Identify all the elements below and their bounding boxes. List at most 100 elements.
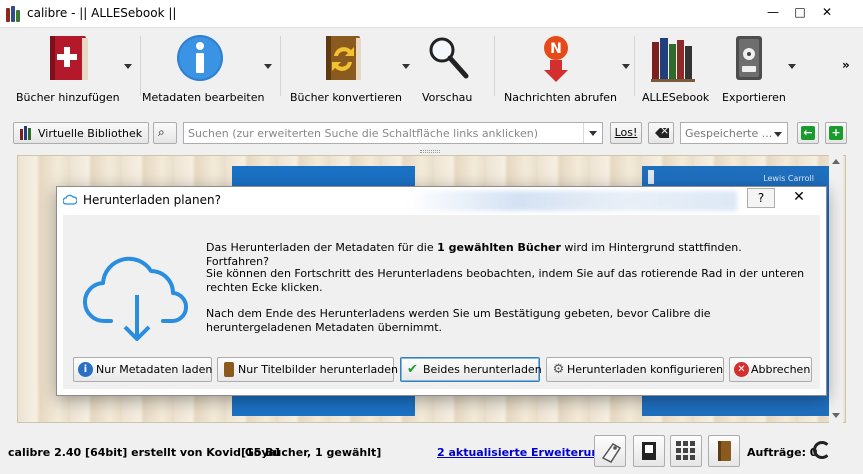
chevron-down-icon[interactable] xyxy=(788,64,796,69)
virtual-library-button[interactable]: Virtuelle Bibliothek xyxy=(13,122,149,144)
binoculars-icon: ⌕ xyxy=(158,125,165,139)
library-icon xyxy=(20,126,34,140)
button-label: Abbrechen xyxy=(751,363,811,376)
cover-browser-button[interactable] xyxy=(708,435,740,467)
jobs-spinner-icon[interactable] xyxy=(813,441,831,459)
button-label: Beides herunterladen xyxy=(423,363,542,376)
splitter-grip[interactable] xyxy=(420,150,440,153)
cover-grid-button[interactable] xyxy=(670,435,702,467)
grid-icon xyxy=(676,441,695,460)
toolbar-add-books[interactable]: Bücher hinzufügen xyxy=(8,32,138,104)
device-icon xyxy=(736,36,762,80)
vertical-scrollbar[interactable] xyxy=(829,155,843,423)
book-icon xyxy=(718,441,731,461)
button-label: Nur Titelbilder herunterladen xyxy=(238,363,398,376)
advanced-search-button[interactable]: ⌕ xyxy=(153,122,177,144)
cancel-icon: ✕ xyxy=(734,362,749,377)
backspace-icon xyxy=(655,128,669,138)
close-window-button[interactable]: ✕ xyxy=(814,2,840,22)
toolbar-preview[interactable]: Vorschau xyxy=(414,32,492,104)
virtual-library-label: Virtuelle Bibliothek xyxy=(38,127,143,140)
checkmark-icon: ✔ xyxy=(407,362,418,377)
copy-search-button[interactable]: ← xyxy=(797,122,819,144)
close-icon: ✕ xyxy=(821,5,833,19)
toolbar-label: ALLESebook xyxy=(642,91,710,104)
toolbar-separator xyxy=(140,36,141,96)
tag-browser-button[interactable] xyxy=(594,435,626,467)
toolbar-label: Nachrichten abrufen xyxy=(504,91,617,104)
chevron-down-icon[interactable] xyxy=(264,64,272,69)
search-input[interactable] xyxy=(183,122,603,144)
plus-icon: + xyxy=(829,126,843,140)
saved-searches-placeholder: Gespeicherte ... xyxy=(685,127,773,140)
dialog-message-3: Nach dem Ende des Herunterladens werden … xyxy=(206,307,711,334)
gear-icon: ⚙ xyxy=(552,362,565,377)
minimize-button[interactable]: — xyxy=(760,2,786,22)
scroll-up-icon[interactable] xyxy=(832,159,840,164)
toolbar-fetch-news[interactable]: N Nachrichten abrufen xyxy=(498,32,630,104)
library-icon xyxy=(651,38,695,82)
toolbar-edit-metadata[interactable]: Metadaten bearbeiten xyxy=(142,32,278,104)
main-toolbar: Bücher hinzufügen Metadaten bearbeiten B… xyxy=(0,28,863,106)
toolbar-overflow-button[interactable]: » xyxy=(842,58,850,72)
maximize-button[interactable]: □ xyxy=(787,2,813,22)
jobs-label[interactable]: Aufträge: 0 xyxy=(747,446,817,459)
toolbar-label: Bücher konvertieren xyxy=(290,91,402,104)
arrow-left-icon: ← xyxy=(801,126,815,140)
toolbar-separator xyxy=(494,36,495,96)
cloud-icon xyxy=(63,194,77,205)
cancel-button[interactable]: ✕ Abbrechen xyxy=(729,357,812,382)
maximize-icon: □ xyxy=(794,5,806,19)
cover-stripe xyxy=(648,170,654,184)
toolbar-convert-books[interactable]: Bücher konvertieren xyxy=(284,32,414,104)
search-history-dropdown[interactable] xyxy=(583,123,602,143)
dialog-close-button[interactable]: ✕ xyxy=(776,188,822,208)
toolbar-export[interactable]: Exportieren xyxy=(716,32,808,104)
cover-author: Lewis Carroll xyxy=(763,174,814,183)
book-icon xyxy=(224,362,234,377)
details-icon xyxy=(642,442,656,460)
save-search-button[interactable]: + xyxy=(825,122,847,144)
chevron-down-icon[interactable] xyxy=(622,64,630,69)
dialog-message-1: Das Herunterladen der Metadaten für die … xyxy=(206,241,742,268)
search-bar: Virtuelle Bibliothek ⌕ Los! Gespeicherte… xyxy=(0,116,863,148)
book-details-button[interactable] xyxy=(633,435,665,467)
status-bar: calibre 2.40 [64bit] erstellt von Kovid … xyxy=(0,426,863,474)
button-label: Nur Metadaten laden xyxy=(96,363,213,376)
button-label: Herunterladen konfigurieren xyxy=(567,363,724,376)
book-count: [15 Bücher, 1 gewählt] xyxy=(241,446,382,459)
clear-search-button[interactable] xyxy=(648,122,674,144)
chevron-down-icon[interactable] xyxy=(402,64,410,69)
window-titlebar: calibre - || ALLESebook || — □ ✕ xyxy=(0,0,863,28)
toolbar-library[interactable]: ALLESebook xyxy=(638,32,712,104)
toolbar-separator xyxy=(634,36,635,96)
configure-download-button[interactable]: ⚙ Herunterladen konfigurieren xyxy=(546,357,724,382)
dialog-body: Das Herunterladen der Metadaten für die … xyxy=(63,215,820,389)
toolbar-label: Vorschau xyxy=(422,91,473,104)
dialog-titlebar: Herunterladen planen? ? ✕ xyxy=(57,187,826,215)
tag-icon xyxy=(601,443,622,463)
info-icon: i xyxy=(78,362,93,377)
scroll-down-icon[interactable] xyxy=(832,413,840,418)
saved-searches-combo[interactable]: Gespeicherte ... xyxy=(680,122,788,144)
search-go-button[interactable]: Los! xyxy=(610,122,642,144)
schedule-download-dialog: Herunterladen planen? ? ✕ Das Herunterla… xyxy=(56,186,827,396)
toolbar-separator xyxy=(280,36,281,96)
chevron-down-icon[interactable] xyxy=(124,64,132,69)
help-button[interactable]: ? xyxy=(747,188,775,208)
toolbar-label: Exportieren xyxy=(722,91,786,104)
download-both-button[interactable]: ✔ Beides herunterladen xyxy=(400,357,542,382)
cloud-download-icon xyxy=(83,256,189,341)
covers-only-button[interactable]: Nur Titelbilder herunterladen xyxy=(217,357,398,382)
svg-text:N: N xyxy=(550,41,562,57)
calibre-app-icon xyxy=(6,6,22,22)
info-icon xyxy=(177,35,223,81)
chevron-down-icon xyxy=(589,131,597,136)
chevron-down-icon xyxy=(774,132,782,137)
dialog-title: Herunterladen planen? xyxy=(83,193,221,207)
minimize-icon: — xyxy=(767,5,779,19)
dialog-message-2: Sie können den Fortschritt des Herunterl… xyxy=(206,267,805,294)
news-icon: N xyxy=(544,36,568,82)
titlebar-backdrop xyxy=(407,191,737,211)
metadata-only-button[interactable]: i Nur Metadaten laden xyxy=(73,357,212,382)
